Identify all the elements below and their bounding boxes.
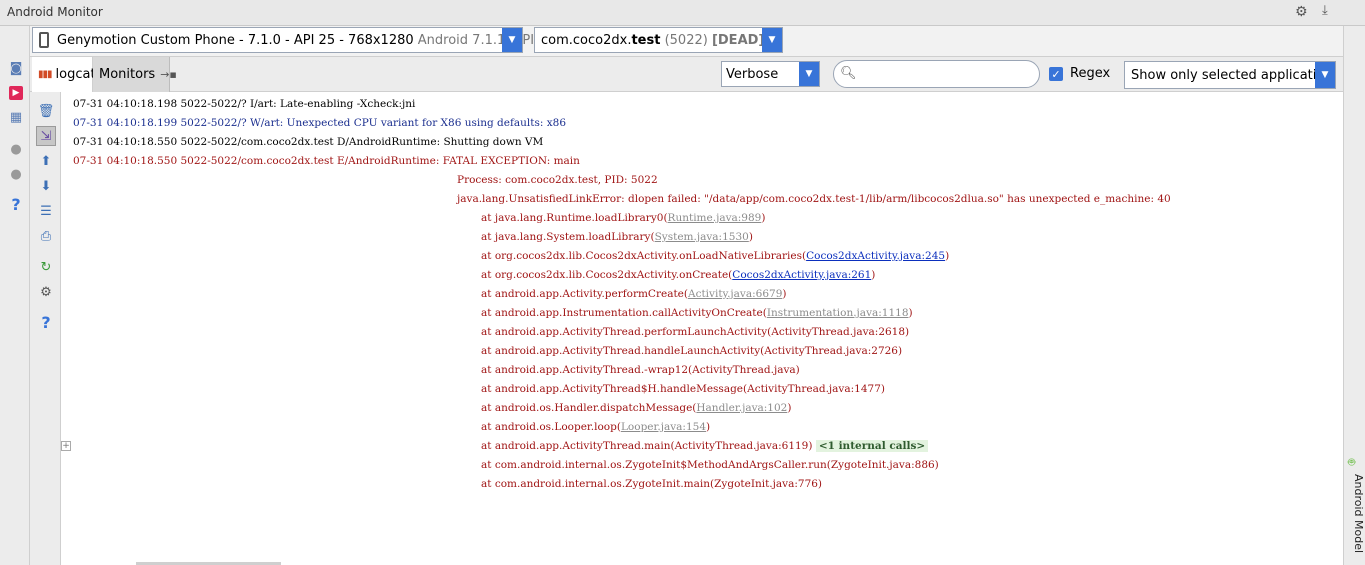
stack-frame: at android.app.Instrumentation.callActiv… xyxy=(481,307,913,319)
stack-frame: at org.cocos2dx.lib.Cocos2dxActivity.onL… xyxy=(481,250,950,262)
log-output[interactable]: 07-31 04:10:18.198 5022-5022/? I/art: La… xyxy=(61,92,1343,565)
stack-frame: at java.lang.System.loadLibrary(System.j… xyxy=(481,231,753,243)
trash-icon[interactable]: 🗑︎ xyxy=(36,101,56,121)
outer-toolbar: ◙ ▶ ▦ ● ● ? xyxy=(0,26,30,565)
chevron-down-icon[interactable]: ▼ xyxy=(762,28,782,52)
tab-logcat[interactable]: ▮▮▮ logcat xyxy=(32,57,96,92)
regex-label: Regex xyxy=(1070,66,1111,81)
restart-icon[interactable]: ↻ xyxy=(36,257,56,277)
source-link[interactable]: System.java:1530 xyxy=(655,231,749,243)
chevron-down-icon[interactable]: ▼ xyxy=(1315,62,1335,88)
pin-icon[interactable]: →▪ xyxy=(160,68,177,81)
stack-frame: at android.app.ActivityThread.performLau… xyxy=(481,326,910,338)
log-level-select[interactable]: Verbose ▼ xyxy=(721,61,820,87)
process-pid: (5022) xyxy=(664,33,708,48)
internal-calls-badge[interactable]: <1 internal calls> xyxy=(815,440,929,452)
logcat-toolbar: 🗑︎ ⇲ ⬆ ⬇ ☰ ⎙ ↻ ⚙ ? xyxy=(30,92,61,565)
stack-frame: at android.os.Looper.loop(Looper.java:15… xyxy=(481,421,711,433)
device-selector[interactable]: Genymotion Custom Phone - 7.1.0 - API 25… xyxy=(32,27,555,53)
source-link[interactable]: Cocos2dxActivity.java:245 xyxy=(806,250,945,262)
chevron-down-icon[interactable]: ▼ xyxy=(502,28,522,52)
terminate-icon[interactable]: ● xyxy=(7,140,25,158)
help-icon[interactable]: ? xyxy=(7,195,25,214)
log-line: 07-31 04:10:18.550 5022-5022/com.coco2dx… xyxy=(73,136,544,148)
stack-frame: at android.app.Activity.performCreate(Ac… xyxy=(481,288,787,300)
stack-frame: at android.app.ActivityThread.-wrap12(Ac… xyxy=(481,364,800,376)
android-model-tab[interactable]: Android Model xyxy=(1345,474,1365,554)
stack-frame: at android.app.ActivityThread.main(Activ… xyxy=(481,437,929,456)
app-filter-select[interactable]: Show only selected application ▼ xyxy=(1124,61,1336,89)
system-info-icon[interactable]: ▦ xyxy=(7,108,25,126)
tab-monitors[interactable]: Monitors →▪ xyxy=(93,57,177,92)
stack-frame: at android.os.Handler.dispatchMessage(Ha… xyxy=(481,402,792,414)
pin-icon[interactable]: ⤓ xyxy=(1322,3,1328,18)
help-icon[interactable]: ? xyxy=(36,312,56,332)
stack-frame: at java.lang.Runtime.loadLibrary0(Runtim… xyxy=(481,212,766,224)
stack-frame: at android.app.ActivityThread.handleLaun… xyxy=(481,345,903,357)
log-line: Process: com.coco2dx.test, PID: 5022 xyxy=(457,174,658,186)
log-level-value: Verbose xyxy=(726,67,779,82)
print-icon[interactable]: ⎙ xyxy=(36,226,56,246)
gc-icon[interactable]: ● xyxy=(7,165,25,183)
source-link[interactable]: Instrumentation.java:1118 xyxy=(767,307,909,319)
device-row: Genymotion Custom Phone - 7.1.0 - API 25… xyxy=(30,26,1343,56)
source-link[interactable]: Runtime.java:989 xyxy=(668,212,762,224)
tab-row: ▮▮▮ logcat Monitors →▪ Verbose ▼ 🔍︎ ✓ Re… xyxy=(30,56,1343,92)
arrow-down-icon[interactable]: ⬇ xyxy=(36,176,56,196)
search-icon[interactable]: 🔍︎ xyxy=(840,66,857,81)
search-input[interactable] xyxy=(860,65,1030,83)
search-box: 🔍︎ xyxy=(833,60,1040,88)
log-line: java.lang.UnsatisfiedLinkError: dlopen f… xyxy=(457,193,1171,205)
logcat-icon: ▮▮▮ xyxy=(38,69,52,80)
tab-logcat-label: logcat xyxy=(55,67,96,82)
scroll-to-end-icon[interactable]: ⇲ xyxy=(36,126,56,146)
fold-toggle[interactable]: + xyxy=(61,441,71,451)
title-bar: Android Monitor ⚙ ⤓ xyxy=(0,0,1365,26)
process-selector[interactable]: com.coco2dx.test (5022) [DEAD] ▼ xyxy=(534,27,783,53)
soft-wrap-icon[interactable]: ☰ xyxy=(36,201,56,221)
regex-checkbox[interactable]: ✓ xyxy=(1049,67,1063,81)
process-state: [DEAD] xyxy=(711,33,765,48)
log-line: 07-31 04:10:18.550 5022-5022/com.coco2dx… xyxy=(73,155,580,167)
chevron-down-icon[interactable]: ▼ xyxy=(799,62,819,86)
source-link[interactable]: Looper.java:154 xyxy=(621,421,706,433)
camera-icon[interactable]: ◙ xyxy=(7,59,25,77)
window-title: Android Monitor xyxy=(7,5,103,19)
stack-frame: at com.android.internal.os.ZygoteInit$Me… xyxy=(481,459,939,471)
record-icon[interactable]: ▶ xyxy=(7,84,25,102)
stack-frame: at com.android.internal.os.ZygoteInit.ma… xyxy=(481,478,823,490)
source-link[interactable]: Handler.java:102 xyxy=(696,402,787,414)
gear-icon[interactable]: ⚙ xyxy=(36,282,56,302)
right-tool-strip: 🤖︎ Android Model xyxy=(1343,26,1365,565)
device-name: Genymotion Custom Phone - 7.1.0 - API 25… xyxy=(57,33,414,48)
process-pkg-prefix: com.coco2dx. xyxy=(541,33,632,48)
stack-frame: at android.app.ActivityThread$H.handleMe… xyxy=(481,383,885,395)
stack-frame: at org.cocos2dx.lib.Cocos2dxActivity.onC… xyxy=(481,269,876,281)
log-line: 07-31 04:10:18.199 5022-5022/? W/art: Un… xyxy=(73,117,567,129)
process-pkg-name: test xyxy=(631,33,661,48)
gear-icon[interactable]: ⚙ xyxy=(1295,4,1308,20)
app-filter-value: Show only selected application xyxy=(1131,68,1333,83)
log-line: 07-31 04:10:18.198 5022-5022/? I/art: La… xyxy=(73,98,416,110)
phone-icon xyxy=(39,32,49,48)
tab-monitors-label: Monitors xyxy=(99,67,156,82)
source-link[interactable]: Cocos2dxActivity.java:261 xyxy=(732,269,871,281)
source-link[interactable]: Activity.java:6679 xyxy=(688,288,782,300)
android-icon: 🤖︎ xyxy=(1348,455,1356,469)
arrow-up-icon[interactable]: ⬆ xyxy=(36,151,56,171)
